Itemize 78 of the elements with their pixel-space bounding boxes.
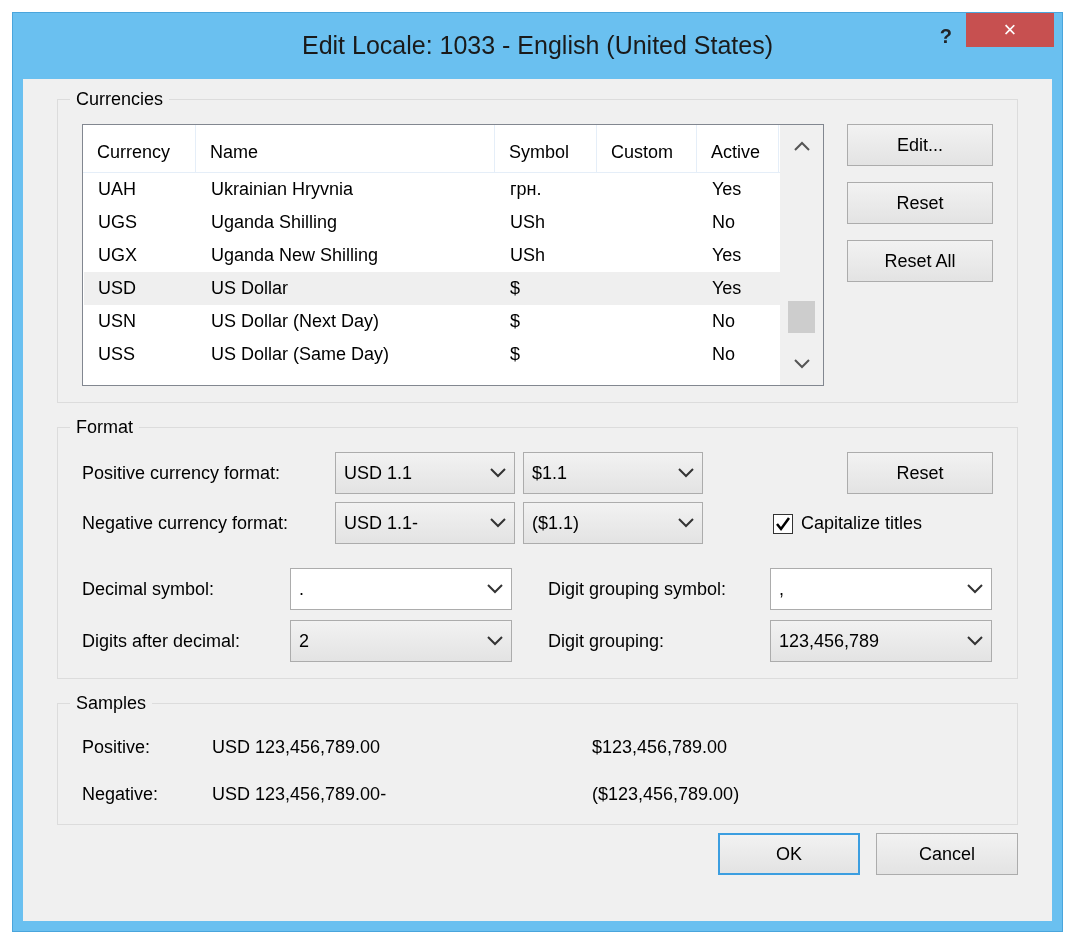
action-button[interactable]: Reset All — [847, 240, 993, 282]
column-header[interactable]: Currency — [83, 125, 196, 172]
dropdown-field[interactable]: . — [290, 568, 512, 610]
chevron-down-icon — [678, 468, 694, 478]
sample-label: Positive: — [82, 736, 152, 759]
table-cell: No — [712, 311, 735, 331]
table-cell: USS — [98, 344, 135, 364]
list-row[interactable]: USD US Dollar $ Yes — [84, 272, 780, 305]
table-cell: Uganda Shilling — [211, 212, 338, 232]
list-row[interactable]: USN US Dollar (Next Day) $ No — [84, 305, 780, 338]
table-cell: US Dollar — [211, 278, 289, 298]
table-cell: $ — [510, 278, 520, 298]
field-label: Positive currency format: — [82, 461, 282, 485]
list-row[interactable]: UAH Ukrainian Hryvnia грн. Yes — [84, 173, 780, 206]
column-header[interactable]: Active — [697, 125, 779, 172]
chevron-down-icon — [967, 584, 983, 594]
dropdown-field[interactable]: USD 1.1- — [335, 502, 515, 544]
dropdown-field[interactable]: , — [770, 568, 992, 610]
field-label: Negative currency format: — [82, 511, 290, 535]
table-cell: US Dollar (Same Day) — [211, 344, 390, 364]
window-title: Edit Locale: 1033 - English (United States) — [301, 30, 774, 62]
chevron-down-icon — [678, 518, 694, 528]
scroll-thumb[interactable] — [788, 301, 815, 333]
table-cell: USh — [510, 245, 545, 265]
table-cell: USh — [510, 212, 545, 232]
checkmark-icon — [775, 515, 791, 532]
sample-value: USD 123,456,789.00- — [212, 783, 388, 806]
scroll-down-icon[interactable] — [793, 359, 810, 369]
field-label: Digits after decimal: — [82, 629, 242, 653]
action-button[interactable]: Edit... — [847, 124, 993, 166]
chevron-down-icon — [490, 518, 506, 528]
table-cell: Yes — [712, 179, 742, 199]
list-row[interactable]: UGS Uganda Shilling USh No — [84, 206, 780, 239]
close-button[interactable]: × — [966, 13, 1054, 47]
chevron-down-icon — [487, 584, 503, 594]
table-cell: $ — [510, 344, 520, 364]
list-row[interactable]: USS US Dollar (Same Day) $ No — [84, 338, 780, 371]
table-cell: No — [712, 344, 735, 364]
table-cell: Yes — [712, 278, 742, 298]
help-button[interactable]: ? — [939, 21, 952, 51]
column-header[interactable]: Custom — [597, 125, 697, 172]
ok-button[interactable]: OK — [718, 833, 860, 875]
dropdown-field[interactable]: 123,456,789 — [770, 620, 992, 662]
scroll-up-icon[interactable] — [793, 141, 810, 151]
field-label: Digit grouping: — [548, 629, 666, 653]
table-cell: USD — [98, 278, 136, 298]
table-cell: UAH — [98, 179, 136, 199]
scrollbar[interactable] — [780, 125, 823, 385]
sample-value: USD 123,456,789.00 — [212, 736, 382, 759]
table-cell: UGS — [98, 212, 137, 232]
dropdown-field[interactable]: 2 — [290, 620, 512, 662]
list-row[interactable]: UGX Uganda New Shilling USh Yes — [84, 239, 780, 272]
chevron-down-icon — [490, 468, 506, 478]
cancel-button[interactable]: Cancel — [876, 833, 1018, 875]
dropdown-field[interactable]: USD 1.1 — [335, 452, 515, 494]
capitalize-checkbox[interactable]: Capitalize titles — [773, 510, 923, 537]
field-label: Digit grouping symbol: — [548, 577, 728, 601]
dropdown-field[interactable]: ($1.1) — [523, 502, 703, 544]
table-cell: US Dollar (Next Day) — [211, 311, 380, 331]
action-button[interactable]: Reset — [847, 182, 993, 224]
table-cell: Yes — [712, 245, 742, 265]
column-header[interactable]: Symbol — [495, 125, 597, 172]
chevron-down-icon — [487, 636, 503, 646]
field-label: Decimal symbol: — [82, 577, 216, 601]
table-cell: No — [712, 212, 735, 232]
table-cell: Uganda New Shilling — [211, 245, 379, 265]
table-cell: Ukrainian Hryvnia — [211, 179, 354, 199]
table-cell: UGX — [98, 245, 137, 265]
dropdown-field[interactable]: $1.1 — [523, 452, 703, 494]
table-cell: $ — [510, 311, 520, 331]
reset-button[interactable]: Reset — [847, 452, 993, 494]
sample-value: ($123,456,789.00) — [592, 783, 741, 806]
chevron-down-icon — [967, 636, 983, 646]
table-cell: USN — [98, 311, 136, 331]
table-cell: грн. — [510, 179, 542, 199]
sample-value: $123,456,789.00 — [592, 736, 729, 759]
sample-label: Negative: — [82, 783, 160, 806]
column-header[interactable]: Name — [196, 125, 495, 172]
